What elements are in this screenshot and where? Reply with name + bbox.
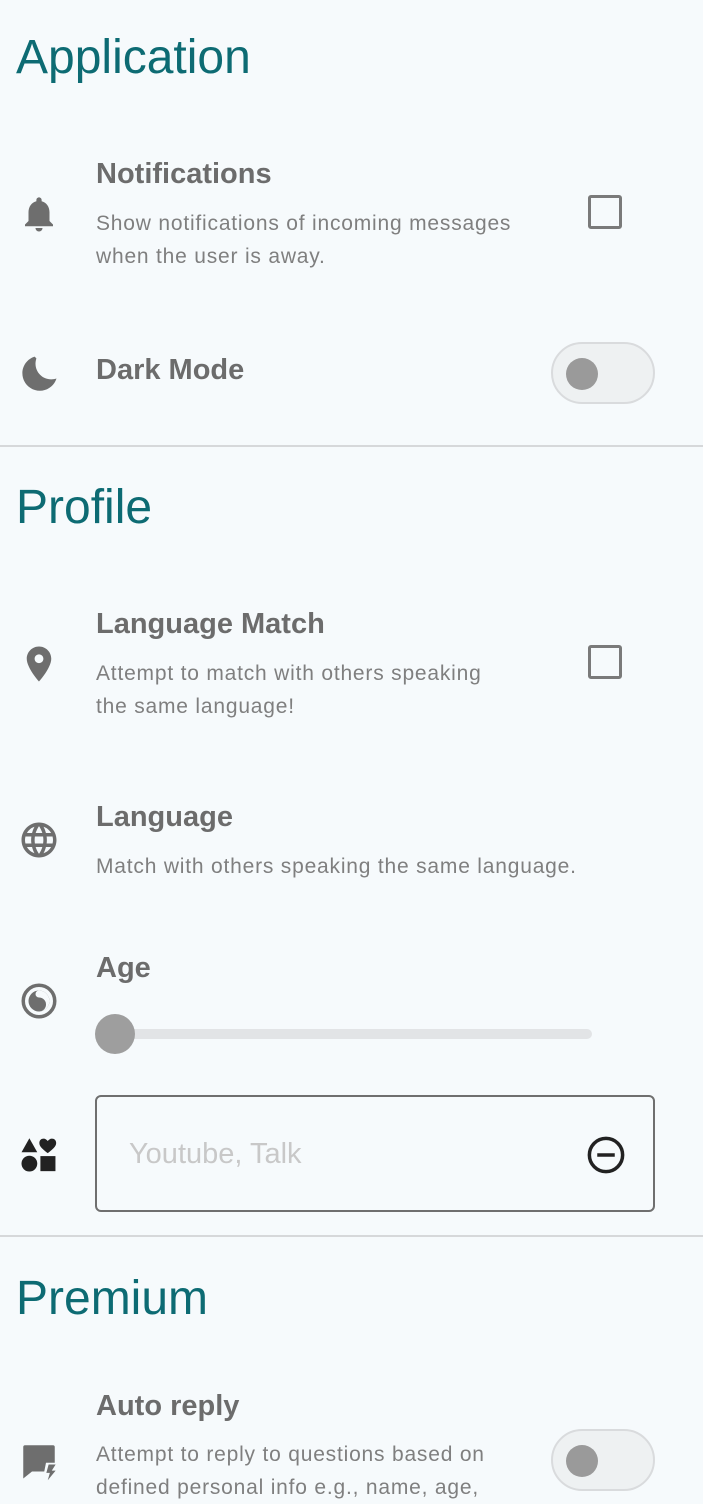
language-match-checkbox[interactable] (588, 645, 622, 679)
language-description: Match with others speaking the same lang… (96, 855, 577, 878)
auto-reply-description-line2: defined personal info e.g., name, age, (96, 1476, 479, 1499)
notifications-description-line2: when the user is away. (96, 245, 326, 268)
age-slider-thumb[interactable] (95, 1014, 135, 1054)
interests-input[interactable] (127, 1097, 571, 1212)
auto-reply-description-line1: Attempt to reply to questions based on (96, 1443, 485, 1466)
divider-application (0, 445, 703, 447)
notifications-description-line1: Show notifications of incoming messages (96, 212, 512, 235)
location-pin-icon (18, 643, 60, 685)
language-match-description-line2: the same language! (96, 695, 295, 718)
dark-mode-toggle[interactable] (551, 342, 655, 404)
moon-icon (18, 354, 60, 396)
section-title-premium: Premium (16, 1272, 209, 1325)
dark-mode-toggle-knob (566, 358, 598, 390)
age-title: Age (96, 952, 151, 984)
section-title-application: Application (16, 31, 251, 84)
dark-mode-title: Dark Mode (96, 354, 245, 386)
clock-icon (18, 980, 60, 1022)
auto-reply-toggle-knob (566, 1445, 598, 1477)
age-slider-track[interactable] (96, 1029, 592, 1039)
interests-field[interactable] (95, 1095, 655, 1212)
language-title: Language (96, 801, 233, 833)
language-match-description-line1: Attempt to match with others speaking (96, 662, 482, 685)
notifications-checkbox[interactable] (588, 195, 622, 229)
shapes-icon (18, 1133, 60, 1175)
bell-icon (18, 193, 60, 235)
language-match-title: Language Match (96, 608, 325, 640)
divider-profile (0, 1235, 703, 1237)
section-title-profile: Profile (16, 481, 153, 534)
remove-circle-icon[interactable] (585, 1134, 627, 1176)
auto-reply-title: Auto reply (96, 1390, 240, 1422)
auto-reply-icon (18, 1440, 60, 1482)
globe-icon (18, 819, 60, 861)
auto-reply-toggle[interactable] (551, 1429, 655, 1491)
notifications-title: Notifications (96, 158, 272, 190)
